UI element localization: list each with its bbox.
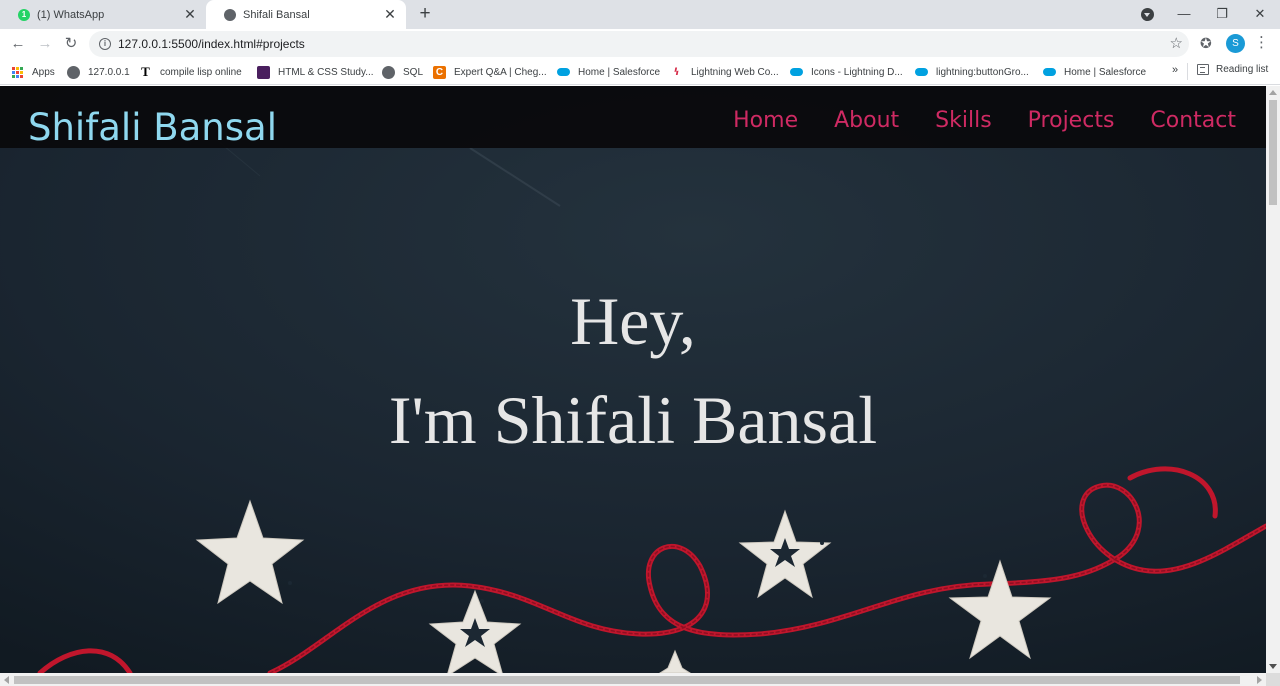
- scrollbar-corner: [1266, 673, 1280, 686]
- bookmark-label: Home | Salesforce: [578, 66, 661, 78]
- lightning-web-icon: ꝇ: [673, 66, 680, 78]
- site-logo[interactable]: Shifali Bansal: [28, 106, 277, 149]
- bookmark-label: Icons - Lightning D...: [811, 66, 903, 78]
- apps-grid-icon: [11, 66, 24, 79]
- more-bookmarks-button[interactable]: »: [1172, 64, 1178, 76]
- hero-background-image: [0, 86, 1266, 673]
- vertical-scroll-thumb[interactable]: [1269, 100, 1277, 205]
- vertical-scrollbar[interactable]: [1266, 86, 1280, 673]
- nav-skills[interactable]: Skills: [935, 108, 992, 133]
- browser-toolbar: ← → ↻ i 127.0.0.1:5500/index.html#projec…: [0, 29, 1280, 59]
- reading-list-button[interactable]: Reading list: [1197, 64, 1268, 75]
- bookmark-label: SQL: [403, 66, 424, 78]
- purple-app-icon: [257, 65, 270, 79]
- close-tab-icon[interactable]: ✕: [382, 6, 398, 22]
- page-viewport: Shifali Bansal Home About Skills Project…: [0, 86, 1266, 673]
- reload-button[interactable]: ↻: [60, 33, 82, 55]
- salesforce-cloud-icon: [915, 66, 928, 79]
- bookmark-label: Apps: [32, 66, 55, 78]
- t-icon: T: [141, 64, 150, 79]
- horizontal-scrollbar[interactable]: [0, 673, 1266, 686]
- nav-contact[interactable]: Contact: [1150, 108, 1236, 133]
- hero-greeting: Hey,: [570, 283, 696, 359]
- reading-list-label: Reading list: [1216, 64, 1269, 75]
- site-navbar: Shifali Bansal Home About Skills Project…: [0, 86, 1266, 149]
- bookmark-label: HTML & CSS Study...: [278, 66, 374, 78]
- reading-list-icon: [1197, 64, 1209, 75]
- bookmark-html-css[interactable]: HTML & CSS Study...: [257, 64, 374, 80]
- bookmark-label: Home | Salesforce: [1064, 66, 1147, 78]
- salesforce-cloud-icon: [557, 66, 570, 79]
- scroll-down-icon[interactable]: [1269, 664, 1277, 669]
- nav-home[interactable]: Home: [733, 108, 798, 133]
- bookmark-sql[interactable]: SQL: [382, 64, 423, 80]
- close-window-button[interactable]: ✕: [1248, 3, 1272, 25]
- bookmark-127[interactable]: 127.0.0.1: [67, 64, 130, 80]
- bookmark-label: Expert Q&A | Cheg...: [454, 66, 547, 78]
- bookmark-label: compile lisp online: [160, 66, 242, 78]
- globe-icon: [382, 65, 395, 79]
- close-tab-icon[interactable]: ✕: [182, 6, 198, 22]
- bookmark-label: lightning:buttonGro...: [936, 66, 1029, 78]
- salesforce-cloud-icon: [790, 66, 803, 79]
- bookmark-chegg[interactable]: C Expert Q&A | Cheg...: [433, 64, 547, 80]
- hero-title: I'm Shifali Bansal: [388, 382, 878, 458]
- scroll-right-icon[interactable]: [1257, 676, 1262, 684]
- chegg-icon: C: [433, 65, 446, 79]
- minimize-button[interactable]: —: [1172, 3, 1196, 25]
- address-url[interactable]: 127.0.0.1:5500/index.html#projects: [118, 37, 305, 51]
- new-tab-button[interactable]: +: [414, 3, 436, 25]
- bookmark-button-group[interactable]: lightning:buttonGro...: [915, 64, 1029, 80]
- bookmarks-divider: [1187, 63, 1188, 80]
- tab-strip: 1 (1) WhatsApp ✕ Shifali Bansal ✕ + — ❐ …: [0, 0, 1280, 29]
- bookmark-lightning-web[interactable]: ꝇ Lightning Web Co...: [670, 64, 779, 80]
- address-bar[interactable]: i 127.0.0.1:5500/index.html#projects ☆: [89, 31, 1189, 57]
- bookmark-label: Lightning Web Co...: [691, 66, 779, 78]
- whatsapp-icon: 1: [18, 8, 30, 21]
- site-nav-links: Home About Skills Projects Contact: [697, 108, 1236, 133]
- back-button[interactable]: ←: [7, 33, 29, 55]
- tab-title: (1) WhatsApp: [37, 8, 105, 21]
- bookmarks-bar: Apps 127.0.0.1 T compile lisp online HTM…: [0, 59, 1280, 85]
- bookmark-star-icon[interactable]: ☆: [1170, 34, 1183, 52]
- nav-about[interactable]: About: [834, 108, 899, 133]
- bookmark-home-salesforce-2[interactable]: Home | Salesforce: [1043, 64, 1146, 80]
- nav-projects[interactable]: Projects: [1028, 108, 1115, 133]
- extensions-puzzle-icon[interactable]: ✪: [1200, 35, 1212, 52]
- horizontal-scroll-thumb[interactable]: [14, 676, 1240, 684]
- tab-title: Shifali Bansal: [243, 8, 310, 21]
- tab-whatsapp[interactable]: 1 (1) WhatsApp ✕: [0, 0, 206, 29]
- bookmark-label: 127.0.0.1: [88, 66, 130, 78]
- globe-icon: [67, 65, 80, 79]
- restore-button[interactable]: ❐: [1210, 3, 1234, 25]
- bookmark-icons-lightning[interactable]: Icons - Lightning D...: [790, 64, 903, 80]
- avatar[interactable]: S: [1226, 34, 1245, 53]
- tab-shifali-bansal[interactable]: Shifali Bansal ✕: [206, 0, 406, 29]
- scroll-up-icon[interactable]: [1269, 90, 1277, 95]
- tab-search-icon[interactable]: [1141, 8, 1154, 21]
- forward-button[interactable]: →: [34, 33, 56, 55]
- bookmark-compile-lisp[interactable]: T compile lisp online: [139, 64, 242, 80]
- globe-icon: [224, 8, 236, 21]
- salesforce-cloud-icon: [1043, 66, 1056, 79]
- bookmark-home-salesforce[interactable]: Home | Salesforce: [557, 64, 660, 80]
- bookmark-apps[interactable]: Apps: [11, 64, 55, 80]
- scroll-left-icon[interactable]: [4, 676, 9, 684]
- menu-dots-icon[interactable]: ⋮: [1254, 33, 1269, 51]
- site-info-icon[interactable]: i: [99, 38, 111, 50]
